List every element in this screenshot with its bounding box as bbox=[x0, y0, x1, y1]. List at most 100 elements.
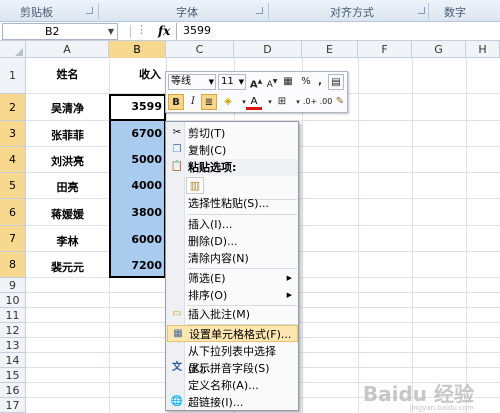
fill-color-button[interactable]: ◈ bbox=[220, 94, 236, 110]
row-header-2[interactable]: 2 bbox=[0, 94, 26, 121]
clipboard-launcher-icon[interactable] bbox=[86, 7, 93, 14]
table-grid-icon: ▤ bbox=[331, 77, 341, 88]
format-cells-icon: ▦ bbox=[173, 328, 183, 339]
row-header-8[interactable]: 8 bbox=[0, 252, 26, 278]
format-table-button[interactable]: ▤ bbox=[328, 74, 344, 90]
shrink-font-button[interactable]: A▼ bbox=[264, 74, 280, 90]
menu-item-sort[interactable]: 排序(O) ▶ bbox=[167, 287, 298, 304]
row-header-5[interactable]: 5 bbox=[0, 173, 26, 199]
row-header-9[interactable]: 9 bbox=[0, 278, 26, 293]
column-header-c[interactable]: C bbox=[166, 41, 234, 58]
menu-separator bbox=[187, 268, 297, 269]
menu-item-define-name[interactable]: 定义名称(A)... bbox=[167, 377, 298, 394]
menu-item-cut[interactable]: ✂ 剪切(T) bbox=[167, 125, 298, 142]
chevron-down-icon: ▾ bbox=[268, 98, 272, 106]
alignment-launcher-icon[interactable] bbox=[418, 7, 425, 14]
row-header-11[interactable]: 11 bbox=[0, 308, 26, 323]
select-all-corner[interactable] bbox=[0, 41, 26, 58]
font-color-button[interactable]: A bbox=[246, 94, 262, 110]
column-header-d[interactable]: D bbox=[234, 41, 302, 58]
cell-name[interactable]: 刘洪亮 bbox=[26, 153, 109, 169]
ribbon-group-clipboard: 剪贴板 bbox=[20, 6, 53, 19]
cell-name[interactable]: 裴元元 bbox=[26, 259, 109, 275]
row-header-12[interactable]: 12 bbox=[0, 323, 26, 338]
row-header-7[interactable]: 7 bbox=[0, 226, 26, 252]
cell-income[interactable]: 4000 bbox=[110, 179, 164, 192]
bold-button[interactable]: B bbox=[168, 94, 184, 110]
center-align-button[interactable]: ≣ bbox=[201, 94, 217, 110]
format-painter-button[interactable]: ✎ bbox=[332, 94, 348, 110]
menu-item-label: 清除内容(N) bbox=[188, 252, 249, 265]
menu-item-filter[interactable]: 筛选(E) ▶ bbox=[167, 270, 298, 287]
formula-bar: B2 ▼ ⋮ fx 3599 bbox=[0, 22, 500, 41]
row-header-1[interactable]: 1 bbox=[0, 58, 26, 94]
comma-style-button[interactable]: , bbox=[312, 74, 328, 90]
column-header-f[interactable]: F bbox=[358, 41, 412, 58]
menu-item-delete[interactable]: 删除(D)... bbox=[167, 233, 298, 250]
menu-item-paste-special[interactable]: 选择性粘贴(S)... bbox=[167, 195, 298, 212]
italic-button[interactable]: I bbox=[185, 94, 201, 110]
formula-input[interactable]: 3599 bbox=[176, 23, 498, 40]
font-launcher-icon[interactable] bbox=[256, 7, 263, 14]
accounting-format-icon: ▦ bbox=[283, 76, 293, 87]
column-header-h[interactable]: H bbox=[466, 41, 500, 58]
cell-a1[interactable]: 姓名 bbox=[26, 66, 109, 82]
menu-item-label: 排序(O) bbox=[188, 289, 228, 302]
chevron-down-icon[interactable]: ▼ bbox=[239, 75, 244, 89]
grid-line bbox=[466, 58, 467, 413]
cell-name[interactable]: 张菲菲 bbox=[26, 127, 109, 143]
menu-item-format-cells[interactable]: ▦ 设置单元格格式(F)... bbox=[167, 325, 298, 342]
cell-name[interactable]: 田亮 bbox=[26, 179, 109, 195]
row-header-4[interactable]: 4 bbox=[0, 147, 26, 173]
name-box[interactable]: B2 ▼ bbox=[2, 23, 118, 40]
chevron-down-icon[interactable]: ▼ bbox=[209, 75, 214, 89]
borders-button[interactable]: ⊞ bbox=[274, 94, 290, 110]
cell-name[interactable]: 蒋媛媛 bbox=[26, 206, 109, 222]
phonetic-icon: 文 bbox=[172, 362, 182, 373]
column-header-b[interactable]: B bbox=[109, 41, 166, 58]
column-header-a[interactable]: A bbox=[26, 41, 109, 58]
menu-item-copy[interactable]: ❐ 复制(C) bbox=[167, 142, 298, 159]
baidu-watermark-url: jingyan.baidu.com bbox=[409, 404, 474, 412]
cell-name[interactable]: 吴清净 bbox=[26, 100, 109, 116]
cell-income[interactable]: 7200 bbox=[110, 259, 164, 272]
cell-income[interactable]: 6000 bbox=[110, 233, 164, 246]
row-header-3[interactable]: 3 bbox=[0, 121, 26, 147]
row-header-17[interactable]: 17 bbox=[0, 398, 26, 413]
grow-font-button[interactable]: A▲ bbox=[248, 74, 264, 90]
cell-income[interactable]: 6700 bbox=[110, 127, 164, 140]
column-header-g[interactable]: G bbox=[412, 41, 466, 58]
cell-name[interactable]: 李林 bbox=[26, 233, 109, 249]
context-menu: ✂ 剪切(T) ❐ 复制(C) 📋 粘贴选项: ▥ 选择性粘贴(S)... 插入… bbox=[165, 121, 299, 411]
mini-toolbar: 等线 ▼ 11 ▼ A▲ A▼ ▦ % , ▤ B I ≣ ◈ ▾ A ▾ ⊞ ▾ … bbox=[165, 71, 348, 113]
resize-handle-icon[interactable]: ⋮ bbox=[136, 23, 147, 36]
row-header-6[interactable]: 6 bbox=[0, 199, 26, 226]
accounting-format-button[interactable]: ▦ bbox=[280, 74, 296, 90]
font-name-dropdown[interactable]: 等线 ▼ bbox=[168, 74, 216, 90]
comment-icon: ▭ bbox=[172, 308, 182, 319]
ribbon-group-bar: 剪贴板 字体 对齐方式 数字 bbox=[0, 0, 500, 22]
row-header-16[interactable]: 16 bbox=[0, 383, 26, 398]
grid-line bbox=[412, 58, 413, 413]
paste-option-button[interactable]: ▥ bbox=[186, 177, 204, 194]
row-header-10[interactable]: 10 bbox=[0, 293, 26, 308]
row-header-14[interactable]: 14 bbox=[0, 353, 26, 368]
menu-item-hyperlink[interactable]: 🌐 超链接(I)... bbox=[167, 394, 298, 411]
column-header-e[interactable]: E bbox=[302, 41, 358, 58]
menu-item-insert-comment[interactable]: ▭ 插入批注(M) bbox=[167, 306, 298, 323]
menu-item-show-phonetic[interactable]: 文 显示拼音字段(S) bbox=[167, 360, 298, 377]
menu-item-clear-contents[interactable]: 清除内容(N) bbox=[167, 250, 298, 267]
row-header-15[interactable]: 15 bbox=[0, 368, 26, 383]
menu-item-label: 复制(C) bbox=[188, 144, 227, 157]
menu-item-pick-from-list[interactable]: 从下拉列表中选择(K)... bbox=[167, 343, 298, 375]
cell-income[interactable]: 5000 bbox=[110, 153, 164, 166]
cell-income[interactable]: 3599 bbox=[110, 100, 164, 113]
scissors-icon: ✂ bbox=[172, 127, 182, 138]
menu-item-insert[interactable]: 插入(I)... bbox=[167, 216, 298, 233]
increase-decimal-button[interactable]: .0+ bbox=[302, 94, 318, 110]
chevron-down-icon[interactable]: ▼ bbox=[108, 24, 114, 39]
font-size-dropdown[interactable]: 11 ▼ bbox=[218, 74, 246, 90]
insert-function-icon[interactable]: fx bbox=[158, 24, 170, 38]
row-header-13[interactable]: 13 bbox=[0, 338, 26, 353]
cell-income[interactable]: 3800 bbox=[110, 206, 164, 219]
